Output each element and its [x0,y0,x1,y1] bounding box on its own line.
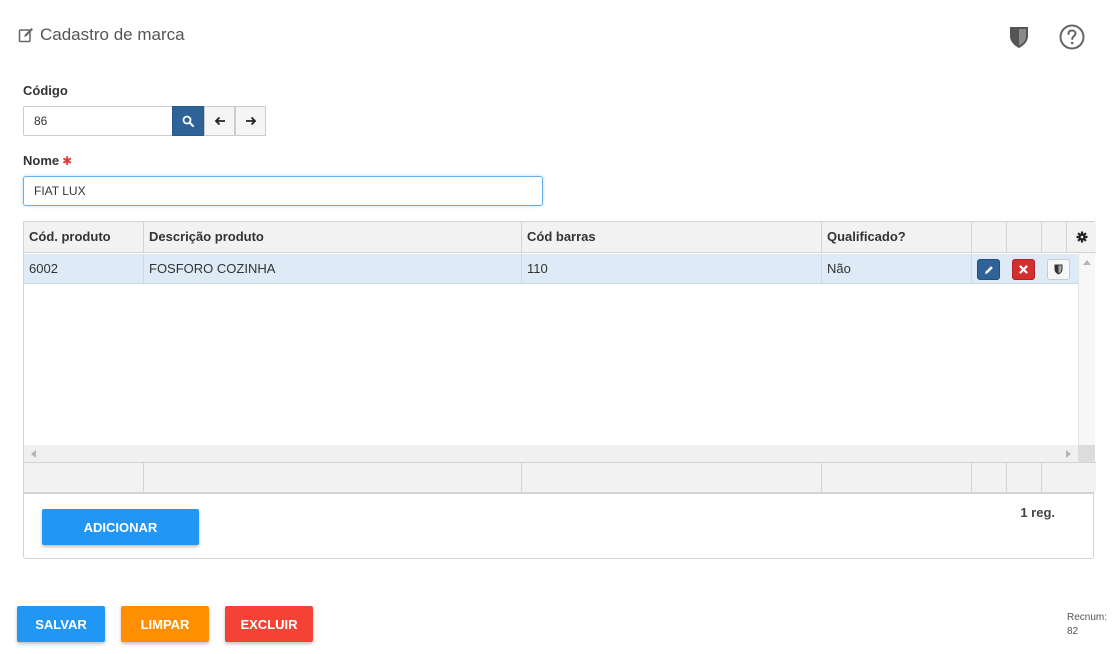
vertical-scrollbar[interactable] [1078,253,1095,463]
gear-icon [1076,231,1087,243]
footer-cell [522,463,822,493]
nome-label-text: Nome [23,153,60,168]
add-button[interactable]: ADICIONAR [42,509,199,545]
shield-icon[interactable] [1008,25,1030,49]
clear-button[interactable]: LIMPAR [121,606,209,642]
arrow-left-icon [214,116,225,126]
col-edit [972,222,1007,252]
codigo-input[interactable] [23,106,173,136]
nome-label: Nome ✱ [23,153,72,168]
shield-icon [1054,264,1063,275]
cell-descricao: FOSFORO COZINHA [144,254,522,284]
footer-cell [24,463,144,493]
search-icon [182,115,194,127]
col-qualificado[interactable]: Qualificado? [822,222,972,252]
required-marker: ✱ [62,154,73,168]
prev-button[interactable] [204,106,235,136]
record-count: 1 reg. [1020,505,1055,520]
pencil-icon [984,265,993,274]
grid-panel: ADICIONAR 1 reg. [23,492,1094,559]
edit-icon [18,28,33,43]
table-row[interactable]: 6002 FOSFORO COZINHA 110 Não [24,254,1078,284]
codigo-label: Código [23,83,68,98]
footer-cell [1007,463,1042,493]
close-icon [1019,265,1028,274]
col-flag [1042,222,1067,252]
col-descricao[interactable]: Descrição produto [144,222,522,252]
col-cod-barras[interactable]: Cód barras [522,222,822,252]
cell-qualificado: Não [822,254,972,284]
delete-row-button[interactable] [1012,259,1035,280]
products-grid: Cód. produto Descrição produto Cód barra… [23,221,1096,493]
cell-cod-produto: 6002 [24,254,144,284]
scroll-left-icon [31,450,36,458]
delete-button[interactable]: EXCLUIR [225,606,313,642]
col-delete [1007,222,1042,252]
arrow-right-icon [245,116,256,126]
search-button[interactable] [172,106,204,136]
cell-cod-barras: 110 [522,254,822,284]
scroll-up-icon [1083,260,1091,265]
recnum-label: Recnum: [1067,612,1108,623]
scroll-right-icon [1066,450,1071,458]
footer-cell [144,463,522,493]
grid-settings-button[interactable] [1067,222,1096,252]
footer-cell [972,463,1007,493]
edit-row-button[interactable] [977,259,1000,280]
grid-footer [24,462,1096,493]
flag-row-button[interactable] [1047,259,1070,280]
grid-header: Cód. produto Descrição produto Cód barra… [24,222,1096,253]
footer-cell [822,463,972,493]
recnum: Recnum: 82 [1067,611,1107,639]
next-button[interactable] [235,106,266,136]
nome-input[interactable] [23,176,543,206]
col-cod-produto[interactable]: Cód. produto [24,222,144,252]
scrollbar-corner [1078,445,1095,463]
save-button[interactable]: SALVAR [17,606,105,642]
recnum-value: 82 [1067,626,1079,637]
page-title: Cadastro de marca [40,25,185,44]
horizontal-scrollbar[interactable] [24,445,1078,462]
help-icon[interactable] [1059,24,1085,50]
